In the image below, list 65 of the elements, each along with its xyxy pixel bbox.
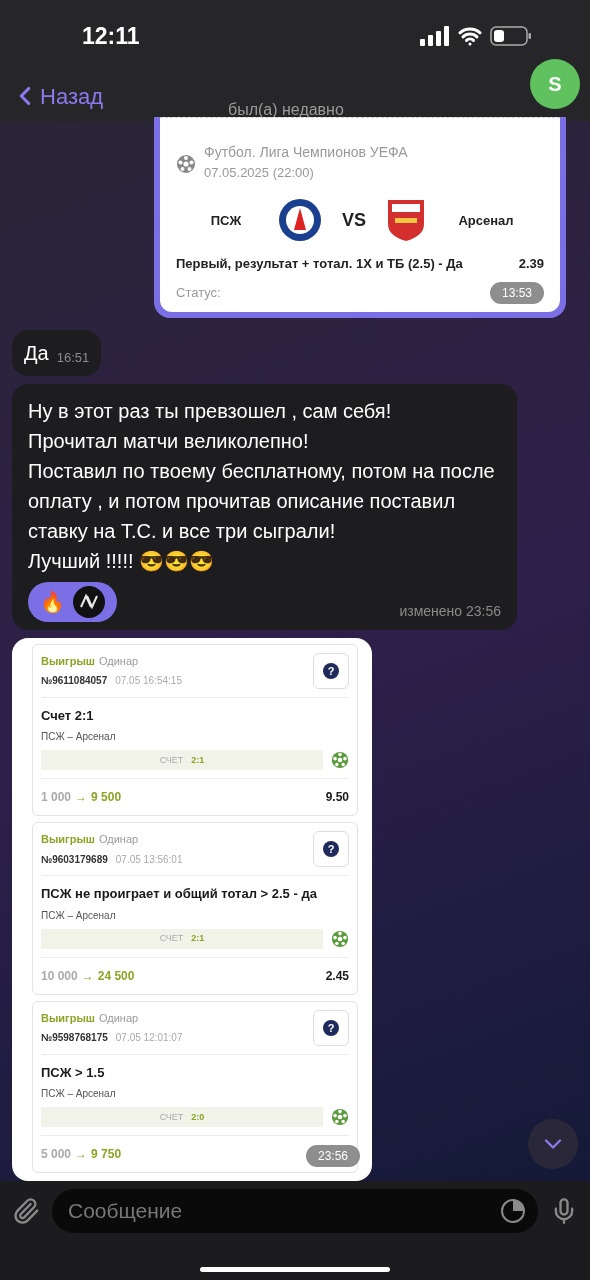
payout-amount: 24 500 xyxy=(97,967,135,985)
stake-amount: 5 000 xyxy=(41,1146,72,1164)
bet-title: ПСЖ не проиграет и общий тотал > 2.5 - да xyxy=(41,885,318,904)
bet-type: Одинар xyxy=(98,1010,139,1026)
back-button[interactable]: Назад xyxy=(10,79,104,113)
market-odds: 2.39 xyxy=(518,255,544,274)
bet-type: Одинар xyxy=(98,832,139,848)
bet-title: ПСЖ > 1.5 xyxy=(41,1063,106,1082)
message-time: 16:51 xyxy=(56,349,90,368)
score-bar: СЧЕТ 2:1 xyxy=(41,750,323,771)
incoming-message: Да 16:51 xyxy=(12,329,102,376)
ticket-odds: 9.50 xyxy=(325,789,349,807)
scroll-down-button[interactable] xyxy=(528,1119,578,1170)
versus-label: VS xyxy=(342,208,366,232)
ticket-datetime: 07.05 12:01:07 xyxy=(115,1031,183,1046)
edited-time: изменено 23:56 xyxy=(399,601,501,621)
payout-amount: 9 750 xyxy=(91,1146,122,1164)
home-team: ПСЖ xyxy=(209,211,243,230)
match-date: 07.05.2025 (22:00) xyxy=(204,163,315,182)
crest-icon xyxy=(278,198,322,243)
ticket-datetime: 07.05 16:54:15 xyxy=(115,674,182,689)
stake-amount: 1 000 xyxy=(41,789,72,807)
score-bar: СЧЕТ 2:0 xyxy=(41,1107,323,1128)
match-name: ПСЖ – Арсенал xyxy=(41,730,117,745)
arrow-icon: → xyxy=(81,966,94,985)
signal-icon xyxy=(420,25,450,46)
market-name: Первый, результат + тотал. 1X и ТБ (2.5) - Да xyxy=(176,255,463,274)
stake-amount: 10 000 xyxy=(41,967,78,985)
bet-title: Счет 2:1 xyxy=(41,706,95,725)
ball-icon xyxy=(176,153,196,174)
score-bar: СЧЕТ 2:1 xyxy=(41,928,323,949)
ball-icon xyxy=(331,929,349,948)
sticker-icon[interactable] xyxy=(500,1198,526,1225)
ball-icon xyxy=(331,1108,349,1127)
result-label: Выигрыш xyxy=(41,653,95,669)
battery-icon xyxy=(490,24,532,47)
last-seen-status: был(а) недавно xyxy=(228,99,344,120)
message-field[interactable]: Сообщение xyxy=(52,1189,538,1234)
arrow-icon: → xyxy=(75,1145,88,1164)
shield-icon xyxy=(386,198,426,243)
away-team: Арсенал xyxy=(457,211,515,230)
bet-type: Одинар xyxy=(98,653,139,669)
help-button[interactable]: ? xyxy=(313,831,349,868)
message-time: 13:53 xyxy=(489,281,544,304)
ticket-number: №9603179689 xyxy=(41,852,108,867)
help-button[interactable]: ? xyxy=(313,652,349,689)
avatar-icon xyxy=(73,585,105,618)
league-name: Футбол. Лига Чемпионов УЕФА xyxy=(204,142,408,162)
attach-icon[interactable] xyxy=(12,1197,40,1226)
result-label: Выигрыш xyxy=(41,832,95,848)
message-time: 23:56 xyxy=(305,1145,360,1168)
ticket-odds: 2.45 xyxy=(325,967,349,985)
ticket-number: №9611084057 xyxy=(41,674,108,689)
result-label: Выигрыш xyxy=(41,1010,95,1026)
ticket-number: №9598768175 xyxy=(41,1031,108,1046)
clock: 12:11 xyxy=(82,21,140,51)
ball-icon xyxy=(331,751,349,770)
match-name: ПСЖ – Арсенал xyxy=(41,1087,117,1102)
match-name: ПСЖ – Арсенал xyxy=(41,908,117,923)
arrow-icon: → xyxy=(75,788,88,807)
help-button[interactable]: ? xyxy=(313,1009,349,1046)
payout-amount: 9 500 xyxy=(91,789,122,807)
status-label: Статус: xyxy=(176,284,221,303)
message-text: Ну в этот раз ты превзошел , сам себя! Прочитал матчи великолепно! Поставил по твоему бесплатному, потом на после оплату , и потом прочитав описание поставил ставку на Т.С. и все три сыграли! Лучший !!!!! 😎😎😎 xyxy=(28,398,496,574)
ticket-datetime: 07.05 13:56:01 xyxy=(115,852,183,867)
